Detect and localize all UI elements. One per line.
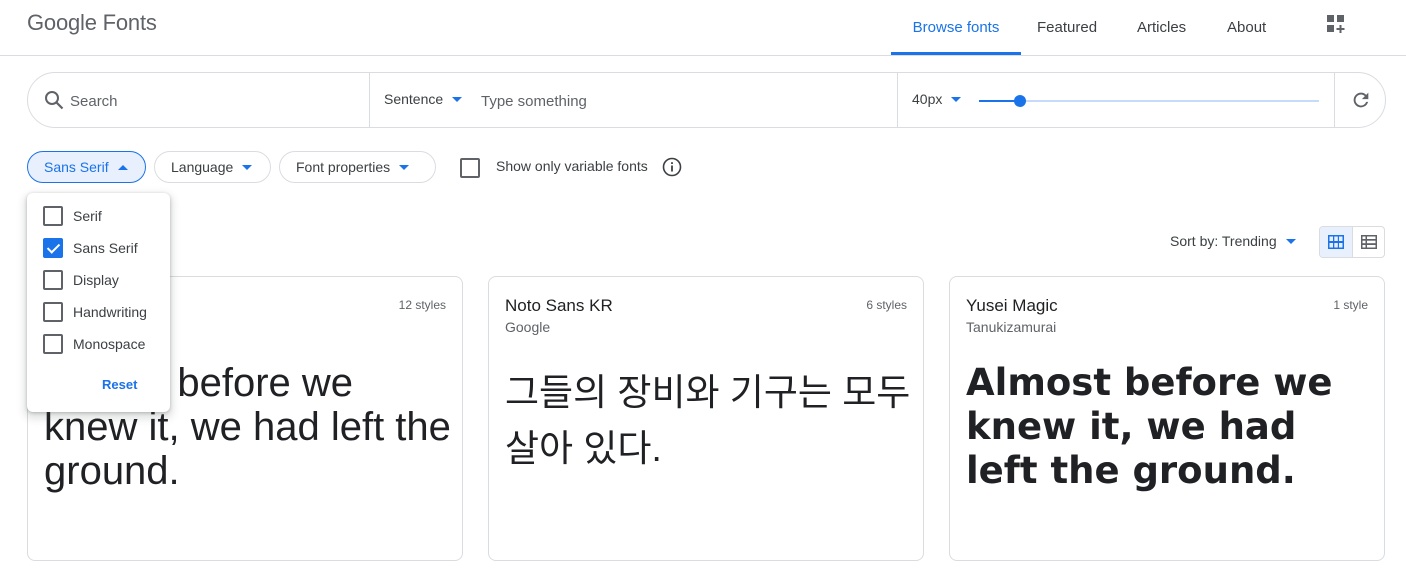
toolbar-divider xyxy=(369,73,370,127)
nav-about[interactable]: About xyxy=(1227,0,1266,55)
font-size-slider-thumb[interactable] xyxy=(1013,95,1026,107)
reset-button[interactable]: Reset xyxy=(102,377,137,392)
font-size-select[interactable]: 40px xyxy=(912,91,962,107)
font-card[interactable]: Noto Sans KR Google 6 styles 그들의 장비와 기구는… xyxy=(488,276,924,561)
monospace-checkbox[interactable] xyxy=(43,334,63,354)
font-preview-text: 그들의 장비와 기구는 모두 살아 있다. xyxy=(505,372,911,469)
nav-featured[interactable]: Featured xyxy=(1037,0,1097,55)
font-author: Google xyxy=(505,319,551,335)
category-filter-label: Sans Serif xyxy=(44,159,109,175)
category-option-serif[interactable]: Serif xyxy=(43,205,102,227)
preview-text-input[interactable] xyxy=(479,87,883,115)
category-option-label: Display xyxy=(73,272,119,288)
grid-view-button[interactable] xyxy=(1320,227,1353,257)
list-view-button[interactable] xyxy=(1353,227,1384,257)
nav-articles[interactable]: Articles xyxy=(1137,0,1186,55)
sort-label: Sort by: Trending xyxy=(1170,233,1277,249)
font-collection-icon[interactable] xyxy=(1326,14,1346,34)
category-dropdown-menu: Serif Sans Serif Display Handwriting Mon… xyxy=(27,193,170,412)
search-icon xyxy=(45,91,64,110)
font-properties-filter-label: Font properties xyxy=(296,159,391,175)
category-option-monospace[interactable]: Monospace xyxy=(43,333,145,355)
language-filter-chip[interactable]: Language xyxy=(154,151,271,183)
top-app-bar: Google Fonts Browse fonts Featured Artic… xyxy=(0,0,1406,56)
variable-fonts-label[interactable]: Show only variable fonts xyxy=(496,158,648,174)
language-filter-label: Language xyxy=(171,159,234,175)
font-card[interactable]: Yusei Magic Tanukizamurai 1 style Almost… xyxy=(949,276,1385,561)
category-option-label: Handwriting xyxy=(73,304,147,320)
preview-mode-label: Sentence xyxy=(384,91,444,107)
chevron-down-icon xyxy=(242,164,253,170)
preview-toolbar: Sentence 40px xyxy=(27,72,1386,128)
serif-checkbox[interactable] xyxy=(43,206,63,226)
refresh-icon[interactable] xyxy=(1350,89,1372,111)
sort-select[interactable]: Sort by: Trending xyxy=(1170,233,1296,249)
toolbar-divider xyxy=(1334,73,1335,127)
chevron-down-icon xyxy=(951,96,962,102)
font-size-slider[interactable] xyxy=(979,95,1319,107)
category-option-label: Monospace xyxy=(73,336,146,352)
font-properties-filter-chip[interactable]: Font properties xyxy=(279,151,436,183)
font-preview-text: Almost before we knew it, we had left th… xyxy=(966,361,1333,492)
nav-browse-fonts[interactable]: Browse fonts xyxy=(891,0,1021,55)
sans-serif-checkbox[interactable] xyxy=(43,238,63,258)
category-option-handwriting[interactable]: Handwriting xyxy=(43,301,147,323)
handwriting-checkbox[interactable] xyxy=(43,302,63,322)
google-fonts-logo[interactable]: Google Fonts xyxy=(27,10,157,36)
view-toggle xyxy=(1319,226,1385,258)
category-option-display[interactable]: Display xyxy=(43,269,119,291)
toolbar-divider xyxy=(897,73,898,127)
list-view-icon xyxy=(1361,235,1377,249)
font-style-count: 1 style xyxy=(1333,298,1368,312)
font-size-label: 40px xyxy=(912,91,943,107)
category-filter-chip[interactable]: Sans Serif xyxy=(27,151,146,183)
font-style-count: 12 styles xyxy=(398,298,446,312)
info-icon[interactable] xyxy=(662,157,682,177)
search-input[interactable] xyxy=(68,87,362,115)
preview-mode-select[interactable]: Sentence xyxy=(384,91,463,107)
font-name: Yusei Magic xyxy=(966,296,1058,315)
grid-view-icon xyxy=(1328,235,1344,249)
chevron-down-icon xyxy=(452,96,463,102)
font-author: Tanukizamurai xyxy=(966,319,1057,335)
font-name: Noto Sans KR xyxy=(505,296,613,315)
font-style-count: 6 styles xyxy=(866,298,907,312)
category-option-sans-serif[interactable]: Sans Serif xyxy=(43,237,138,259)
chevron-down-icon xyxy=(1285,238,1296,244)
chevron-up-icon xyxy=(117,164,128,170)
chevron-down-icon xyxy=(399,164,410,170)
category-option-label: Sans Serif xyxy=(73,240,138,256)
nav-active-indicator xyxy=(891,52,1021,55)
variable-fonts-checkbox[interactable] xyxy=(460,158,480,178)
category-option-label: Serif xyxy=(73,208,102,224)
display-checkbox[interactable] xyxy=(43,270,63,290)
